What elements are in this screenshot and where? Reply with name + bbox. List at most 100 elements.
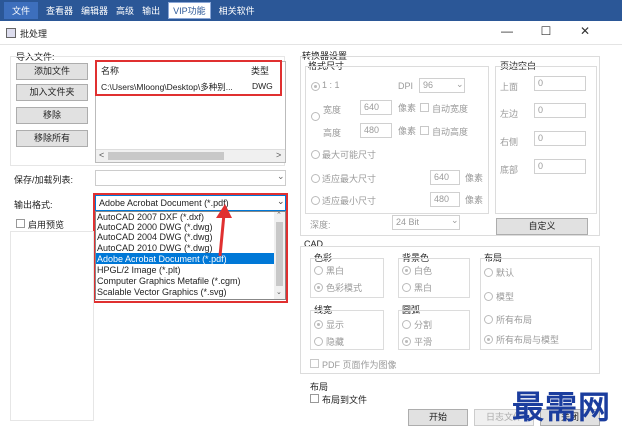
depth-select[interactable]: 24 Bit	[392, 215, 460, 230]
margin-right-input[interactable]: 0	[534, 131, 586, 146]
chevron-down-icon[interactable]: ⌄	[456, 79, 464, 90]
custom-size-radio[interactable]	[311, 112, 320, 121]
menu-viewer[interactable]: 查看器	[46, 4, 73, 17]
height-label: 高度	[323, 128, 342, 138]
pdf-as-image-label: PDF 页面作为图像	[322, 360, 397, 370]
fit-max-radio[interactable]	[311, 174, 320, 183]
auto-width-label: 自动宽度	[432, 104, 469, 114]
scroll-left-icon[interactable]: <	[99, 150, 104, 160]
save-load-combo[interactable]	[95, 170, 286, 186]
margin-left-input[interactable]: 0	[534, 103, 586, 118]
color-bw-label: 黑白	[326, 266, 345, 276]
fit-min-label: 适应最小尺寸	[322, 196, 377, 206]
menu-file[interactable]: 文件	[4, 2, 39, 19]
menu-editor[interactable]: 编辑器	[81, 4, 108, 17]
scroll-right-icon[interactable]: >	[276, 150, 281, 160]
margin-right-label: 右侧	[500, 137, 519, 147]
height-input[interactable]: 480	[360, 123, 392, 138]
annotation-box-file	[95, 60, 282, 96]
arc-smooth-label: 平滑	[414, 337, 433, 347]
fit-min-input[interactable]: 480	[430, 192, 460, 207]
pdf-as-image-checkbox[interactable]	[310, 359, 319, 368]
layout-all-radio[interactable]	[484, 315, 493, 324]
layout-model-label: 模型	[496, 292, 515, 302]
scroll-thumb[interactable]	[108, 152, 224, 160]
chevron-down-icon[interactable]: ⌄	[451, 215, 459, 226]
lw-hide-radio[interactable]	[314, 337, 323, 346]
layout-all-model-radio[interactable]	[484, 335, 493, 344]
layout-model-radio[interactable]	[484, 292, 493, 301]
maximize-button[interactable]: ☐	[536, 24, 556, 38]
annotation-box-format	[93, 193, 288, 303]
auto-height-checkbox[interactable]	[420, 126, 429, 135]
lw-show-radio[interactable]	[314, 320, 323, 329]
menu-advanced[interactable]: 高级	[116, 4, 134, 17]
auto-height-label: 自动高度	[432, 127, 469, 137]
layout-all-label: 所有布局	[496, 315, 533, 325]
bg-group	[398, 258, 470, 298]
height-unit: 像素	[398, 126, 417, 136]
dpi-label: DPI	[398, 81, 414, 91]
layout-section-title: 布局	[310, 382, 329, 392]
preview-checkbox[interactable]	[16, 219, 25, 228]
arc-smooth-radio[interactable]	[402, 337, 411, 346]
add-file-button[interactable]: 添加文件	[16, 63, 88, 80]
fit-min-unit: 像素	[465, 195, 484, 205]
layout-all-model-label: 所有布局与模型	[496, 335, 560, 345]
start-button[interactable]: 开始	[408, 409, 468, 426]
dialog-titlebar	[0, 21, 622, 45]
layout-to-file-label: 布局到文件	[322, 395, 368, 405]
margin-top-label: 上面	[500, 82, 519, 92]
color-mode-radio[interactable]	[314, 283, 323, 292]
output-format-label: 输出格式:	[14, 200, 53, 210]
ratio-radio[interactable]	[311, 82, 320, 91]
fit-max-unit: 像素	[465, 173, 484, 183]
preview-label: 启用预览	[28, 220, 65, 230]
watermark-logo: 最需网	[512, 388, 612, 426]
margin-top-input[interactable]: 0	[534, 76, 586, 91]
remove-all-button[interactable]: 移除所有	[16, 130, 88, 147]
layout-to-file-checkbox[interactable]	[310, 394, 319, 403]
minimize-button[interactable]: —	[497, 24, 517, 38]
fit-max-input[interactable]: 640	[430, 170, 460, 185]
auto-width-checkbox[interactable]	[420, 103, 429, 112]
lw-show-label: 显示	[326, 320, 345, 330]
bg-bw-label: 黑白	[414, 283, 433, 293]
layout-default-label: 默认	[496, 268, 515, 278]
color-bw-radio[interactable]	[314, 266, 323, 275]
remove-button[interactable]: 移除	[16, 107, 88, 124]
max-size-radio[interactable]	[311, 150, 320, 159]
dialog-title: 批处理	[20, 29, 48, 39]
chevron-down-icon[interactable]: ⌄	[277, 171, 285, 182]
width-label: 宽度	[323, 105, 342, 115]
lw-hide-label: 隐藏	[326, 337, 345, 347]
layout-default-radio[interactable]	[484, 268, 493, 277]
color-mode-label: 色彩模式	[326, 283, 363, 293]
preview-area	[10, 231, 94, 421]
fit-max-label: 适应最大尺寸	[322, 174, 377, 184]
arc-split-radio[interactable]	[402, 320, 411, 329]
custom-button[interactable]: 自定义	[496, 218, 588, 235]
ratio-label: 1 : 1	[322, 80, 340, 90]
arc-split-label: 分割	[414, 320, 433, 330]
annotation-arrow-icon	[216, 204, 232, 257]
width-input[interactable]: 640	[360, 100, 392, 115]
menu-output[interactable]: 输出	[142, 4, 160, 17]
menu-vip[interactable]: VIP功能	[168, 2, 211, 19]
app-menubar: 文件 查看器 编辑器 高级 输出 VIP功能 相关软件	[0, 0, 622, 21]
close-window-button[interactable]: ✕	[575, 24, 595, 38]
bg-bw-radio[interactable]	[402, 283, 411, 292]
batch-icon	[6, 28, 16, 38]
fit-min-radio[interactable]	[311, 196, 320, 205]
bg-white-radio[interactable]	[402, 266, 411, 275]
width-unit: 像素	[398, 103, 417, 113]
max-size-label: 最大可能尺寸	[322, 150, 377, 160]
depth-label: 深度:	[310, 220, 331, 230]
save-load-label: 保存/加载列表:	[14, 175, 74, 185]
bg-white-label: 白色	[414, 266, 433, 276]
margin-bottom-label: 底部	[500, 165, 519, 175]
menu-related[interactable]: 相关软件	[219, 4, 255, 17]
add-folder-button[interactable]: 加入文件夹	[16, 84, 88, 101]
margin-left-label: 左边	[500, 109, 519, 119]
margin-bottom-input[interactable]: 0	[534, 159, 586, 174]
